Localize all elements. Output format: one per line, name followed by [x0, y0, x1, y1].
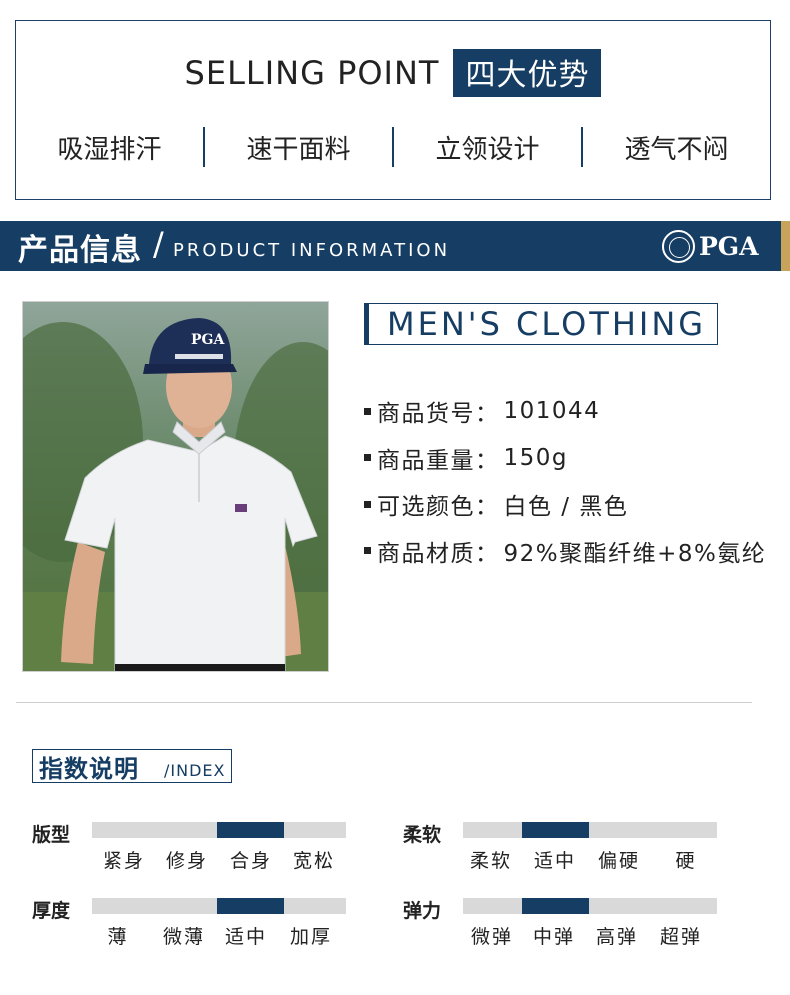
- scale-label: 柔软: [403, 824, 442, 846]
- scale-option: 微弹: [470, 926, 514, 948]
- scale-option: 合身: [229, 850, 273, 872]
- scale-option: 薄: [107, 926, 129, 948]
- model-illustration: PGA: [23, 318, 328, 671]
- scale-track: [92, 822, 346, 838]
- scale-option: 超弹: [659, 926, 703, 948]
- scale-option: 柔软: [469, 850, 513, 872]
- selling-point-panel: SELLING POINT 四大优势 吸湿排汗 速干面料 立领设计 透气不闷: [15, 20, 771, 200]
- selling-point-item: 透气不闷: [624, 134, 729, 165]
- scale-selected-segment: [217, 822, 284, 838]
- selling-point-title: SELLING POINT 四大优势: [16, 49, 770, 97]
- index-title-cn: 指数说明: [39, 755, 139, 783]
- scale-selected-segment: [217, 898, 284, 914]
- info-value: 101044: [503, 398, 601, 425]
- selling-point-item: 速干面料: [246, 134, 351, 165]
- info-label: 商品货号：: [377, 401, 500, 428]
- product-heading-box: MEN'S CLOTHING: [364, 303, 718, 345]
- scale-label: 弹力: [403, 900, 442, 922]
- selling-point-item: 立领设计: [435, 134, 540, 165]
- scale-track: [463, 898, 717, 914]
- banner-slash: /: [153, 225, 164, 263]
- scale-option: 微薄: [162, 926, 206, 948]
- selling-point-list: 吸湿排汗 速干面料 立领设计 透气不闷: [16, 125, 770, 169]
- scale-label: 版型: [32, 824, 71, 846]
- bullet-icon: [364, 500, 371, 508]
- product-info-list: 商品货号： 101044 商品重量： 150g 可选颜色： 白色 / 黑色 商品…: [364, 388, 766, 574]
- banner-gold-accent: [781, 221, 790, 271]
- index-heading-box: 指数说明 /INDEX: [32, 749, 232, 783]
- scale-option: 紧身: [102, 850, 146, 872]
- scale-option: 加厚: [289, 926, 333, 948]
- banner-title-cn: 产品信息: [18, 233, 142, 268]
- info-value: 白色 / 黑色: [503, 494, 629, 521]
- scale-option: 硬: [675, 850, 697, 872]
- scale-label: 厚度: [32, 900, 71, 922]
- scale-option: 适中: [533, 850, 577, 872]
- scale-option: 偏硬: [597, 850, 641, 872]
- info-label: 商品材质：: [377, 540, 500, 567]
- product-info-row: 可选颜色： 白色 / 黑色: [364, 481, 766, 528]
- product-info-row: 商品货号： 101044: [364, 388, 766, 435]
- index-title-en: /INDEX: [164, 761, 226, 780]
- product-info-row: 商品重量： 150g: [364, 435, 766, 482]
- product-photo: PGA: [22, 301, 329, 672]
- bullet-icon: [364, 547, 371, 555]
- info-value: 92%聚酯纤维+8%氨纶: [503, 540, 767, 567]
- pga-logo: PGA: [662, 230, 759, 263]
- scale-option: 适中: [224, 926, 268, 948]
- info-label: 可选颜色：: [377, 494, 500, 521]
- banner-title-en: PRODUCT INFORMATION: [173, 240, 451, 261]
- section-divider: [16, 702, 752, 703]
- selling-point-title-en: SELLING POINT: [184, 54, 440, 92]
- selling-point-item: 吸湿排汗: [57, 134, 162, 165]
- selling-point-title-cn: 四大优势: [453, 49, 602, 97]
- bullet-icon: [364, 407, 371, 415]
- scale-option: 修身: [165, 850, 209, 872]
- product-heading: MEN'S CLOTHING: [387, 305, 707, 343]
- product-info-row: 商品材质： 92%聚酯纤维+8%氨纶: [364, 528, 766, 575]
- scale-track: [92, 898, 346, 914]
- product-info-banner: 产品信息 / PRODUCT INFORMATION PGA: [0, 221, 790, 271]
- scale-selected-segment: [522, 898, 589, 914]
- scale-option: 宽松: [292, 850, 336, 872]
- scale-track: [463, 822, 717, 838]
- cap-logo-text: PGA: [191, 332, 225, 348]
- pga-logo-text: PGA: [699, 232, 759, 261]
- scale-selected-segment: [522, 822, 589, 838]
- info-value: 150g: [503, 444, 568, 471]
- scale-option: 中弹: [532, 926, 576, 948]
- scale-option: 高弹: [595, 926, 639, 948]
- pga-seal-icon: [662, 230, 695, 263]
- info-label: 商品重量：: [377, 447, 500, 474]
- bullet-icon: [364, 454, 371, 462]
